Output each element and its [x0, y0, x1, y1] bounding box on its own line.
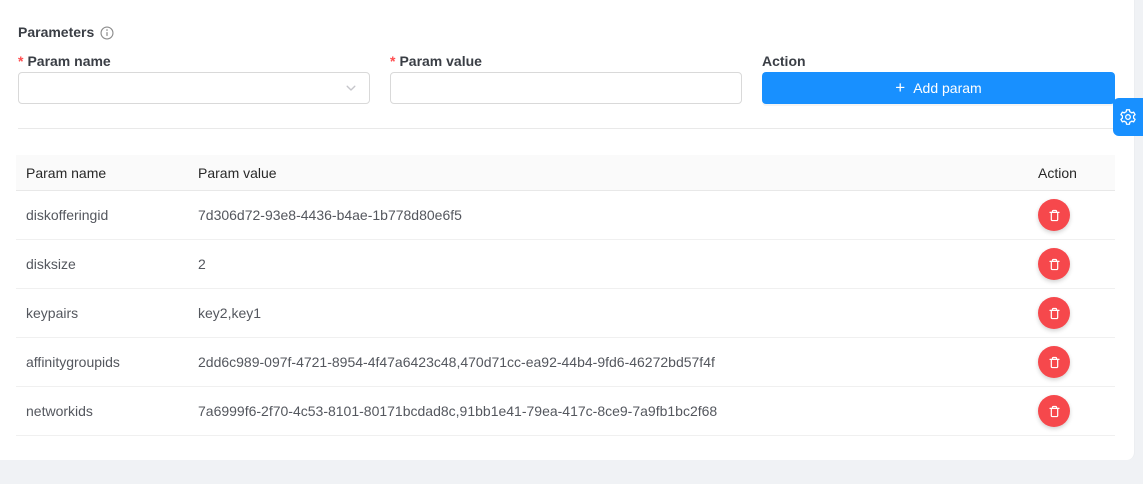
param-value-cell: 2dd6c989-097f-4721-8954-4f47a6423c48,470… [198, 354, 1022, 370]
table-header-action: Action [1022, 165, 1115, 181]
table-row: affinitygroupids 2dd6c989-097f-4721-8954… [16, 338, 1115, 387]
table-header-param-value: Param value [198, 165, 1022, 181]
required-asterisk: * [390, 53, 395, 69]
param-value-cell: 2 [198, 256, 1022, 272]
parameters-card: Parameters *Param name *Param value Acti… [0, 0, 1135, 460]
table-row: disksize 2 [16, 240, 1115, 289]
param-name-cell: diskofferingid [16, 207, 198, 223]
param-value-input[interactable] [390, 72, 742, 104]
trash-icon [1047, 208, 1062, 223]
table-row: keypairs key2,key1 [16, 289, 1115, 338]
page-title: Parameters [18, 24, 94, 40]
required-asterisk: * [18, 53, 23, 69]
page: { "page": { "title": "Parameters", "colo… [0, 0, 1143, 484]
trash-icon [1047, 306, 1062, 321]
param-value-cell: key2,key1 [198, 305, 1022, 321]
params-table: Param name Param value Action diskofferi… [16, 155, 1115, 436]
add-param-button-label: Add param [913, 80, 981, 96]
param-name-cell: disksize [16, 256, 198, 272]
delete-param-button[interactable] [1038, 395, 1070, 427]
delete-param-button[interactable] [1038, 346, 1070, 378]
delete-param-button[interactable] [1038, 248, 1070, 280]
param-name-label: *Param name [18, 53, 111, 69]
trash-icon [1047, 404, 1062, 419]
param-name-cell: keypairs [16, 305, 198, 321]
delete-param-button[interactable] [1038, 297, 1070, 329]
param-name-select[interactable] [18, 72, 370, 104]
table-row: networkids 7a6999f6-2f70-4c53-8101-80171… [16, 387, 1115, 436]
param-name-cell: affinitygroupids [16, 354, 198, 370]
table-header-param-name: Param name [16, 165, 198, 181]
param-value-label: *Param value [390, 53, 482, 69]
divider [18, 128, 1115, 129]
trash-icon [1047, 257, 1062, 272]
info-icon[interactable] [100, 26, 114, 40]
gear-icon [1119, 108, 1137, 126]
param-value-cell: 7a6999f6-2f70-4c53-8101-80171bcdad8c,91b… [198, 403, 1022, 419]
delete-param-button[interactable] [1038, 199, 1070, 231]
trash-icon [1047, 355, 1062, 370]
plus-icon: + [895, 79, 905, 96]
table-row: diskofferingid 7d306d72-93e8-4436-b4ae-1… [16, 191, 1115, 240]
action-label: Action [762, 53, 806, 69]
section-heading: Parameters [18, 24, 114, 40]
table-header-row: Param name Param value Action [16, 155, 1115, 191]
param-name-cell: networkids [16, 403, 198, 419]
chevron-down-icon [345, 82, 357, 94]
settings-drawer-button[interactable] [1113, 98, 1143, 136]
param-value-cell: 7d306d72-93e8-4436-b4ae-1b778d80e6f5 [198, 207, 1022, 223]
add-param-button[interactable]: + Add param [762, 72, 1115, 104]
